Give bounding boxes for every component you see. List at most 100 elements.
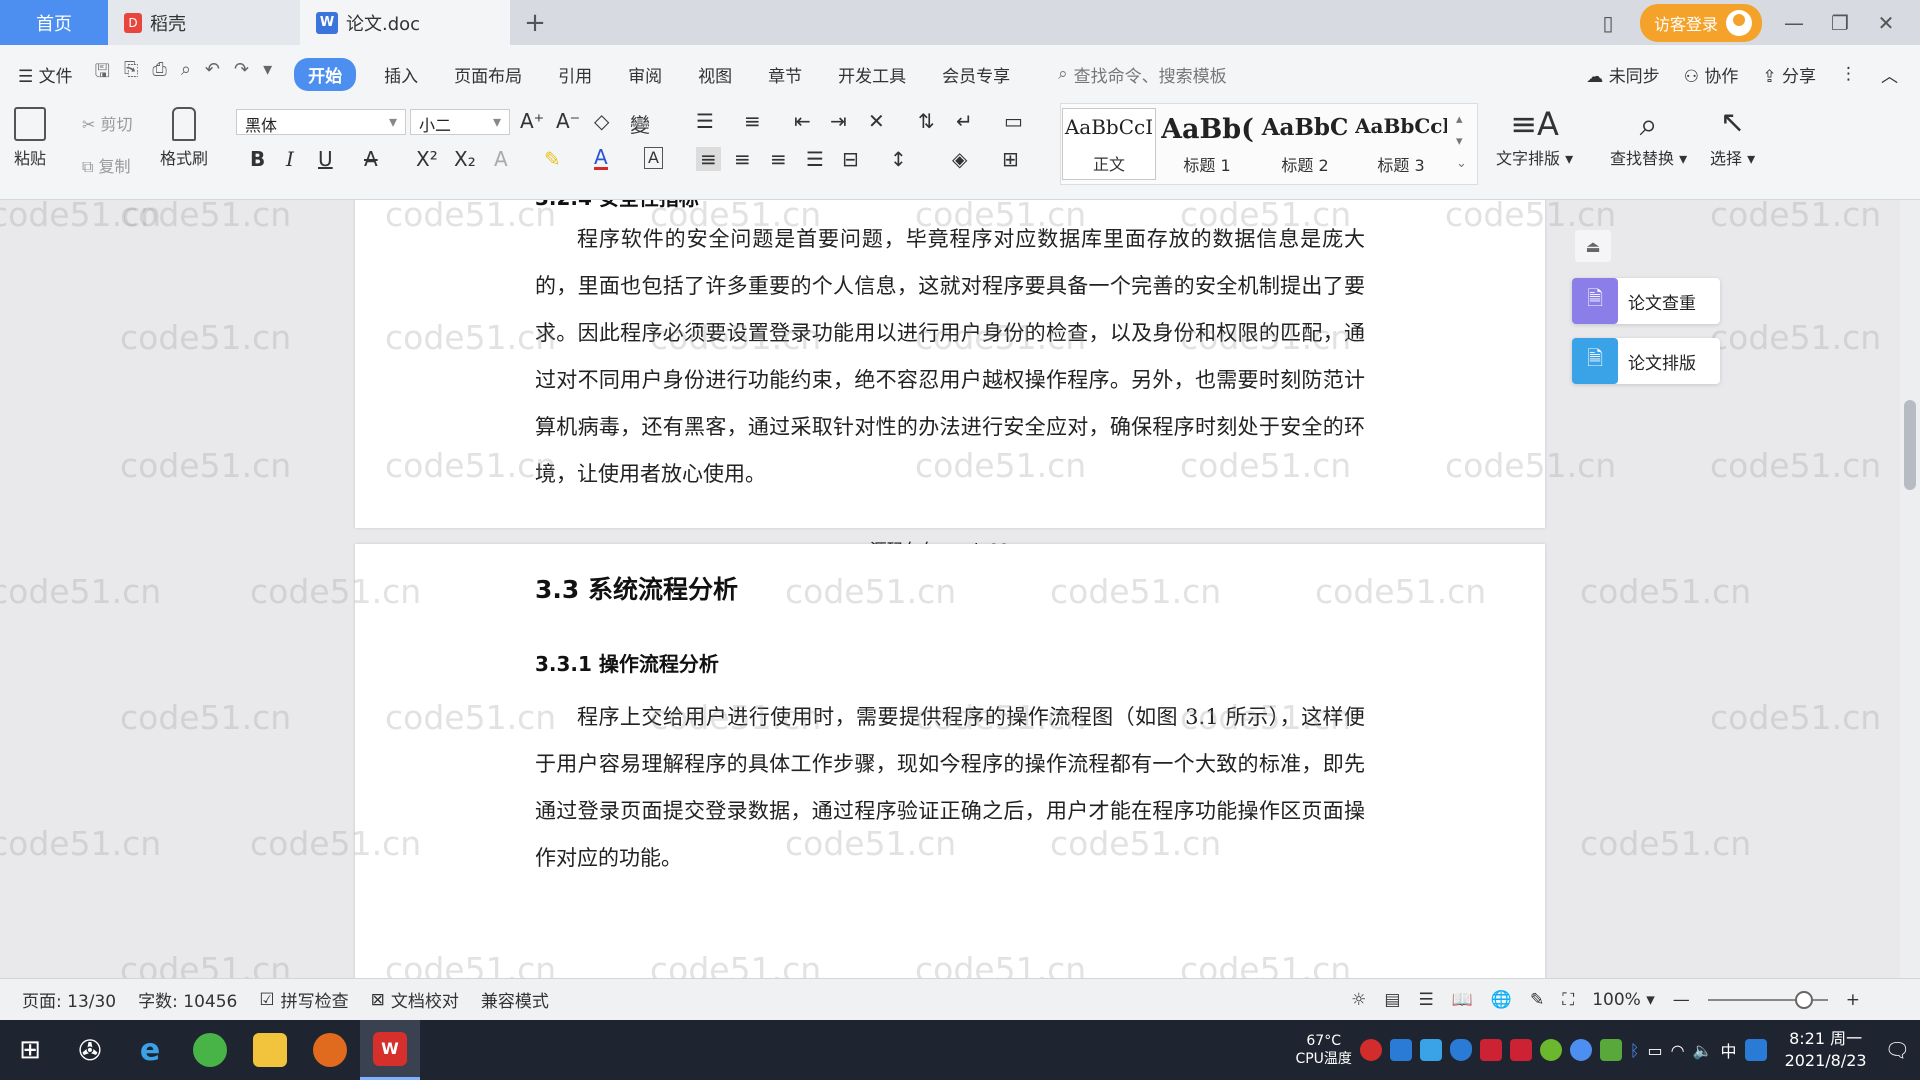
menu-tab-view[interactable]: 视图 — [680, 62, 750, 87]
taskbar-app-wps[interactable]: W — [360, 1020, 420, 1080]
collapse-panel-button[interactable]: ⏏ — [1575, 230, 1611, 262]
spell-check-button[interactable]: ☑ 拼写检查 — [259, 987, 348, 1013]
qq-icon[interactable] — [1744, 1039, 1767, 1061]
zoom-out-icon[interactable]: — — [1673, 990, 1690, 1010]
sort-icon[interactable]: ⇅ — [918, 109, 935, 133]
command-search[interactable]: ⌕ 查找命令、搜索模板 — [1058, 62, 1227, 87]
sync-status[interactable]: ☁ 未同步 — [1586, 62, 1659, 87]
text-effect-icon[interactable]: A — [494, 147, 508, 171]
print-preview-icon[interactable]: ⌕ — [181, 59, 191, 89]
restore-icon[interactable]: ❐ — [1826, 11, 1854, 35]
zoom-select[interactable]: 100% ▾ — [1592, 990, 1655, 1010]
redo-icon[interactable]: ↷ — [234, 59, 249, 89]
share-button[interactable]: ⇪ 分享 — [1762, 62, 1816, 87]
proofread-button[interactable]: ⊠ 文档校对 — [371, 987, 459, 1013]
indent-icon[interactable]: ⇥ — [830, 109, 847, 133]
tray-app-icon[interactable] — [1569, 1039, 1592, 1061]
tab-home[interactable]: 首页 — [0, 0, 108, 45]
write-view-icon[interactable]: ✎ — [1530, 990, 1544, 1010]
increase-font-icon[interactable]: A⁺ — [520, 109, 544, 133]
wifi-icon[interactable]: ◠ — [1671, 1041, 1685, 1060]
tab-document[interactable]: W 论文.doc — [300, 0, 510, 45]
menu-tab-review[interactable]: 审阅 — [610, 62, 680, 87]
page-view-icon[interactable]: ▤ — [1384, 990, 1400, 1010]
style-scroll-icon[interactable]: ▴ ▾ ⌄ — [1456, 109, 1467, 175]
phonetic-icon[interactable]: 變 — [630, 109, 650, 138]
page-indicator[interactable]: 页面: 13/30 — [22, 987, 116, 1012]
save-icon[interactable]: 🖫 — [95, 59, 110, 89]
tray-app-icon[interactable] — [1509, 1039, 1532, 1061]
menu-tab-home[interactable]: 开始 — [294, 57, 357, 91]
menu-tab-member[interactable]: 会员专享 — [924, 62, 1028, 87]
chinese-layout-icon[interactable]: ✕ — [868, 109, 885, 133]
fit-page-icon[interactable]: ⛶ — [1562, 990, 1574, 1010]
font-size-select[interactable]: 小二 ▾ — [410, 109, 510, 135]
distributed-icon[interactable]: ⊟ — [842, 147, 859, 171]
export-icon[interactable]: ⎘ — [124, 59, 138, 89]
menu-tab-chapter[interactable]: 章节 — [750, 62, 820, 87]
find-replace-button[interactable]: ⌕ 查找替换 ▾ — [1610, 105, 1687, 169]
taskbar-app-fan[interactable]: ✇ — [60, 1020, 120, 1080]
eye-protect-icon[interactable]: ☼ — [1351, 990, 1366, 1010]
borders-icon[interactable]: ⊞ — [1002, 147, 1019, 171]
bluetooth-icon[interactable]: ᛒ — [1630, 1041, 1640, 1060]
shield-icon[interactable] — [1449, 1039, 1472, 1061]
menu-tab-references[interactable]: 引用 — [540, 62, 610, 87]
format-painter-button[interactable]: 格式刷 — [160, 107, 208, 169]
copy-button[interactable]: ⧉ 复制 — [82, 153, 131, 177]
tray-app-icon[interactable] — [1479, 1039, 1502, 1061]
show-marks-icon[interactable]: ↵ — [956, 109, 973, 133]
menu-tab-insert[interactable]: 插入 — [366, 62, 436, 87]
document-page-13[interactable]: 3.2.4 安全性指标 程序软件的安全问题是首要问题，毕竟程序对应数据库里面存放… — [355, 200, 1545, 528]
paste-button[interactable]: 粘贴 — [14, 107, 46, 169]
style-normal[interactable]: AaBbCcI 正文 — [1062, 108, 1156, 180]
align-right-icon[interactable]: ≡ — [770, 147, 787, 171]
cpu-temp[interactable]: 67°C CPU温度 — [1295, 1032, 1351, 1068]
underline-icon[interactable]: U — [318, 147, 333, 171]
start-button[interactable]: ⊞ — [0, 1020, 60, 1080]
text-layout-button[interactable]: ≡A 文字排版 ▾ — [1496, 105, 1573, 169]
battery-icon[interactable]: ▭ — [1648, 1041, 1663, 1060]
tray-app-icon[interactable] — [1419, 1039, 1442, 1061]
ime-indicator[interactable]: 中 — [1721, 1038, 1737, 1062]
bold-icon[interactable]: B — [250, 147, 265, 171]
clock[interactable]: 8:21 周一 2021/8/23 — [1785, 1028, 1867, 1072]
select-button[interactable]: ↖ 选择 ▾ — [1710, 105, 1755, 169]
strikethrough-icon[interactable]: A — [364, 147, 378, 171]
char-border-icon[interactable]: A — [644, 147, 663, 169]
taskbar-app-browser[interactable] — [180, 1020, 240, 1080]
vertical-scrollbar[interactable] — [1900, 200, 1920, 978]
word-count[interactable]: 字数: 10456 — [138, 987, 237, 1012]
reading-view-icon[interactable]: 📖 — [1452, 990, 1473, 1010]
italic-icon[interactable]: I — [286, 147, 294, 171]
shading-icon[interactable]: ◈ — [952, 147, 967, 171]
layout-toggle-icon[interactable]: ▯ — [1594, 11, 1622, 35]
style-heading-3[interactable]: AaBbCcl 标题 3 — [1354, 108, 1448, 180]
outline-view-icon[interactable]: ☰ — [1418, 990, 1433, 1010]
tray-app-icon[interactable] — [1359, 1039, 1382, 1061]
bullets-icon[interactable]: ☰ — [696, 109, 714, 133]
close-icon[interactable]: ✕ — [1872, 11, 1900, 35]
print-icon[interactable]: ⎙ — [152, 59, 166, 89]
justify-icon[interactable]: ☰ — [806, 147, 824, 171]
web-view-icon[interactable]: 🌐 — [1491, 990, 1512, 1010]
font-color-icon[interactable]: A — [594, 147, 608, 170]
tray-app-icon[interactable] — [1539, 1039, 1562, 1061]
collaborate-button[interactable]: ⚇ 协作 — [1684, 62, 1739, 87]
zoom-in-icon[interactable]: + — [1846, 990, 1860, 1010]
minimize-icon[interactable]: — — [1780, 11, 1808, 35]
document-page-14[interactable]: 3.3 系统流程分析 3.3.1 操作流程分析 程序上交给用户进行使用时，需要提… — [355, 544, 1545, 978]
zoom-slider-knob[interactable] — [1794, 991, 1813, 1009]
guest-login-button[interactable]: 访客登录 — [1639, 3, 1762, 42]
menu-tab-page-layout[interactable]: 页面布局 — [436, 62, 540, 87]
cut-button[interactable]: ✂ 剪切 — [82, 111, 133, 135]
more-icon[interactable]: ⋮ — [1840, 64, 1857, 84]
numbering-icon[interactable]: ≡ — [744, 109, 761, 133]
align-center-icon[interactable]: ≡ — [734, 147, 751, 171]
outdent-icon[interactable]: ⇤ — [794, 109, 811, 133]
line-spacing-icon[interactable]: ↕ — [890, 147, 907, 171]
tab-daoke[interactable]: D 稻壳 — [108, 0, 300, 45]
taskbar-app-explorer[interactable] — [240, 1020, 300, 1080]
taskbar-app-game[interactable] — [300, 1020, 360, 1080]
decrease-font-icon[interactable]: A⁻ — [556, 109, 580, 133]
